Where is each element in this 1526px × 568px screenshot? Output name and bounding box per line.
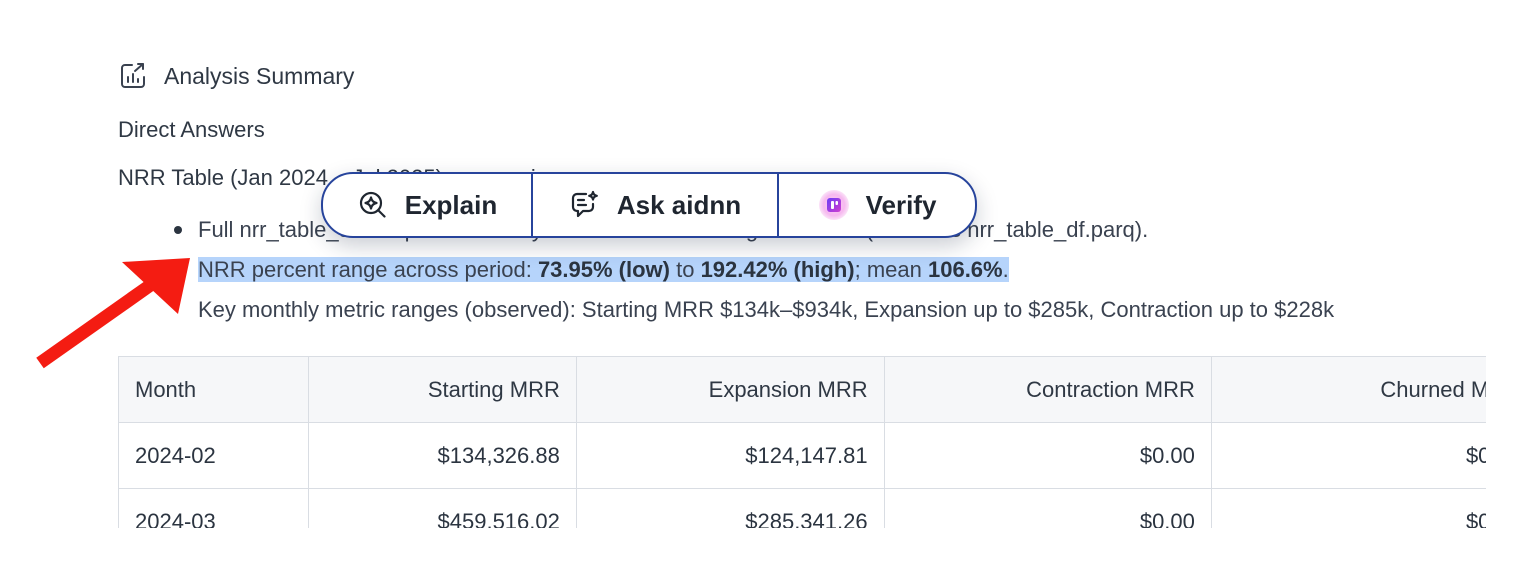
table-row: 2024-02 $134,326.88 $124,147.81 $0.00 $0… xyxy=(118,422,1486,489)
chart-trend-icon xyxy=(121,63,145,88)
column-header-churned-mrr: Churned MRR xyxy=(1210,356,1486,423)
ask-aidnn-label: Ask aidnn xyxy=(616,189,742,220)
verify-button[interactable]: Verify xyxy=(777,174,975,236)
summary-header: Analysis Summary xyxy=(118,60,354,92)
aidnn-logo-icon xyxy=(818,190,849,220)
selected-text-highlight[interactable]: NRR percent range across period: 73.95% … xyxy=(198,257,1009,282)
nrr-low-value: 73.95% (low) xyxy=(537,257,670,282)
table-cell: $285,341.26 xyxy=(575,488,885,528)
table-cell: 2024-02 xyxy=(118,422,309,489)
bullet-nrr-range[interactable]: NRR percent range across period: 73.95% … xyxy=(172,250,1492,290)
selection-toolbar: Explain Ask aidnn Verify xyxy=(321,172,977,238)
table-cell: 2024-03 xyxy=(118,488,309,528)
explain-label: Explain xyxy=(404,189,498,220)
page: Analysis Summary Direct Answers NRR Tabl… xyxy=(0,0,1526,568)
table-cell: $0.00 xyxy=(883,488,1212,528)
nrr-high-value: 192.42% (high) xyxy=(700,257,855,282)
column-header-expansion-mrr: Expansion MRR xyxy=(575,356,885,423)
nrr-table-scroll[interactable]: Month Starting MRR Expansion MRR Contrac… xyxy=(118,356,1486,528)
table-cell: $124,147.81 xyxy=(575,422,885,489)
table-cell: $0.00 xyxy=(883,422,1212,489)
summary-title: Analysis Summary xyxy=(164,62,355,89)
table-cell: $0.00 xyxy=(1210,422,1486,489)
red-arrow-annotation xyxy=(36,258,190,369)
column-header-contraction-mrr: Contraction MRR xyxy=(883,356,1212,423)
bullet-metric-ranges: Key monthly metric ranges (observed): St… xyxy=(198,297,1335,322)
table-row: 2024-03 $459,516.02 $285,341.26 $0.00 $0… xyxy=(118,488,1486,528)
magnify-sparkle-icon xyxy=(359,191,386,218)
table-cell: $0.00 xyxy=(1210,488,1486,528)
chat-sparkle-icon xyxy=(571,190,598,218)
ask-aidnn-button[interactable]: Ask aidnn xyxy=(531,174,777,236)
column-header-starting-mrr: Starting MRR xyxy=(307,356,577,423)
explain-button[interactable]: Explain xyxy=(323,174,531,236)
table-cell: $459,516.02 xyxy=(307,488,577,528)
table-cell: $134,326.88 xyxy=(307,422,577,489)
nrr-mean-value: 106.6% xyxy=(927,257,1003,282)
verify-label: Verify xyxy=(865,189,937,220)
table-header-row: Month Starting MRR Expansion MRR Contrac… xyxy=(118,356,1486,423)
direct-answers-heading: Direct Answers xyxy=(118,117,265,142)
nrr-table: Month Starting MRR Expansion MRR Contrac… xyxy=(118,356,1486,528)
